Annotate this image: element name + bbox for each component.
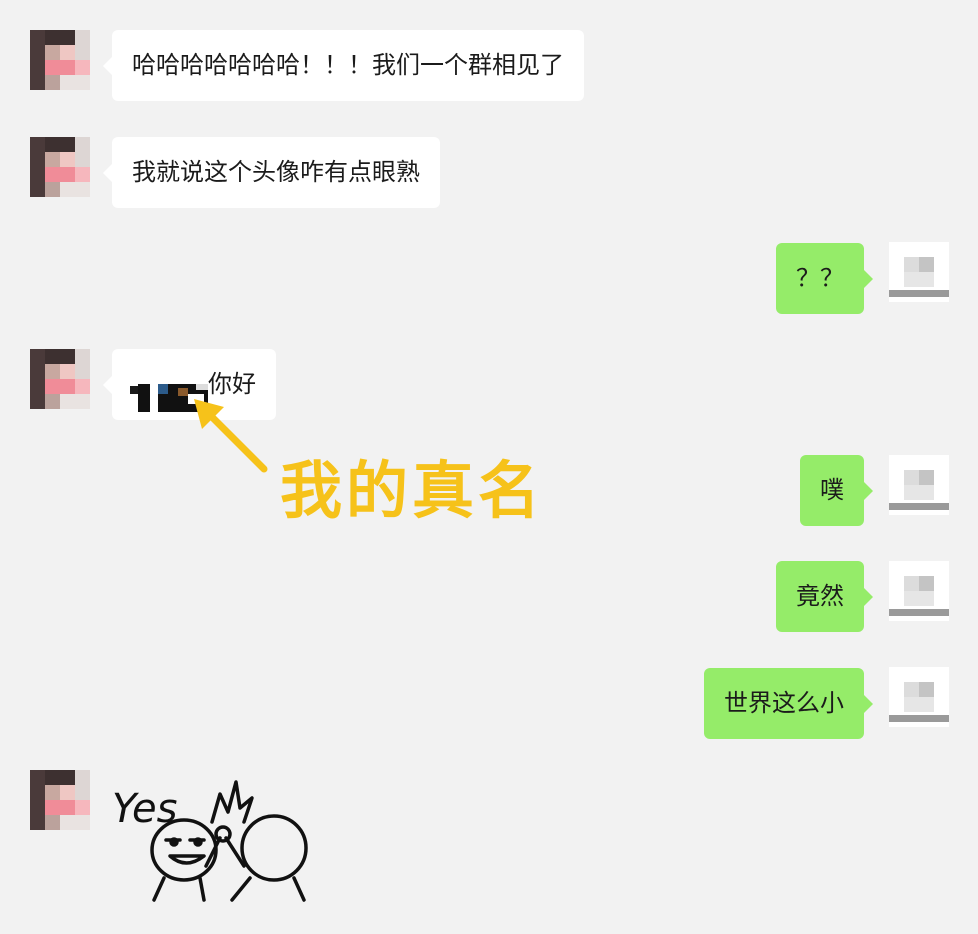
message-bubble-outgoing[interactable]: 噗 xyxy=(800,455,873,526)
redacted-name-block xyxy=(158,369,208,412)
redacted-name-block xyxy=(130,369,150,412)
contact-avatar[interactable] xyxy=(30,30,90,90)
contact-avatar[interactable] xyxy=(30,349,90,409)
my-avatar[interactable] xyxy=(889,667,949,727)
my-avatar[interactable] xyxy=(889,455,949,515)
high-five-sticker[interactable]: Yes xyxy=(108,778,318,907)
my-avatar[interactable] xyxy=(889,561,949,621)
message-bubble-incoming[interactable]: 我就说这个头像咋有点眼熟 xyxy=(103,137,440,208)
message-bubble-outgoing[interactable]: ？？ xyxy=(776,243,873,314)
message-bubble-outgoing[interactable]: 世界这么小 xyxy=(704,668,873,739)
contact-avatar[interactable] xyxy=(30,137,90,197)
message-bubble-outgoing[interactable]: 竟然 xyxy=(776,561,873,632)
contact-avatar[interactable] xyxy=(30,770,90,830)
my-avatar[interactable] xyxy=(889,242,949,302)
annotation-label: 我的真名 xyxy=(280,454,545,527)
message-text: 你好 xyxy=(208,370,256,398)
message-bubble-incoming[interactable]: 哈哈哈哈哈哈哈！！！我们一个群相见了 xyxy=(103,30,584,101)
arrow-icon xyxy=(194,399,268,473)
